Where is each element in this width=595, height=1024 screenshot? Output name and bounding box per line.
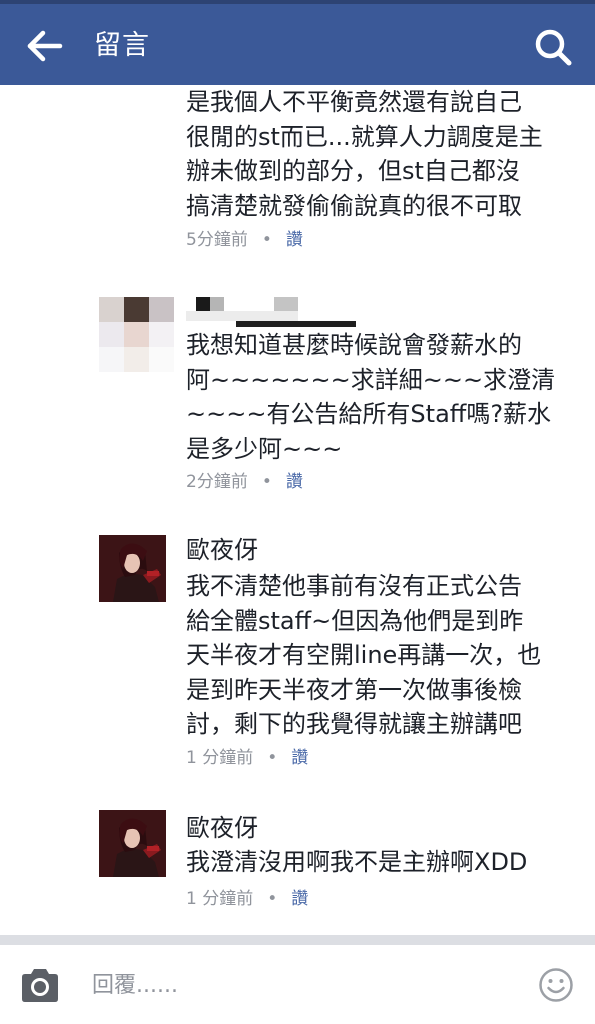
separator-dot: • (267, 889, 278, 909)
author-name-pixelated[interactable] (186, 297, 356, 327)
comment-meta: 1 分鐘前 • 讚 (186, 888, 308, 910)
avatar[interactable] (99, 810, 166, 877)
author-name[interactable]: 歐夜伢 (186, 813, 258, 843)
comment-meta: 2分鐘前 • 讚 (186, 471, 303, 493)
back-button[interactable] (22, 26, 70, 66)
separator-dot: • (261, 230, 272, 250)
avatar-pixelated[interactable] (99, 297, 174, 372)
reply-composer (0, 945, 595, 1024)
composer-divider (0, 935, 595, 945)
profile-photo (99, 535, 166, 602)
arrow-left-icon (27, 30, 63, 62)
reply-input[interactable] (92, 965, 512, 1005)
comment-list[interactable]: 是我個人不平衡竟然還有說自己 很閒的st而已...就算人力調度是主 辦未做到的部… (0, 85, 595, 935)
search-button[interactable] (529, 24, 577, 70)
camera-button[interactable] (18, 967, 62, 1005)
comment-text: 我不清楚他事前有沒有正式公告 給全體staff~但因為他們是到昨 天半夜才有空開… (186, 572, 542, 738)
avatar[interactable] (99, 535, 166, 602)
comment-time: 2分鐘前 (186, 472, 248, 492)
like-button[interactable]: 讚 (286, 472, 303, 492)
like-button[interactable]: 讚 (291, 889, 308, 909)
comment-text: 我澄清沒用啊我不是主辦啊XDD (186, 848, 528, 876)
app-header: 留言 (0, 0, 595, 85)
profile-photo (99, 810, 166, 877)
like-button[interactable]: 讚 (291, 748, 308, 768)
comment-text: 是我個人不平衡竟然還有說自己 很閒的st而已...就算人力調度是主 辦未做到的部… (186, 88, 543, 220)
comment-time: 1 分鐘前 (186, 748, 254, 768)
author-name[interactable]: 歐夜伢 (186, 535, 258, 565)
emoji-button[interactable] (538, 967, 574, 1003)
page-title: 留言 (94, 30, 150, 61)
comment-meta: 1 分鐘前 • 讚 (186, 747, 308, 769)
search-icon (535, 29, 572, 66)
camera-icon (22, 969, 58, 1002)
comment-meta: 5分鐘前 • 讚 (186, 229, 303, 251)
separator-dot: • (261, 472, 272, 492)
separator-dot: • (267, 748, 278, 768)
comment-text: 我想知道甚麼時候說會發薪水的 阿~~~~~~~求詳細~~~求澄清 ~~~~有公告… (186, 331, 556, 463)
comment-time: 5分鐘前 (186, 230, 248, 250)
like-button[interactable]: 讚 (286, 230, 303, 250)
smiley-icon (539, 968, 573, 1002)
comment-time: 1 分鐘前 (186, 889, 254, 909)
